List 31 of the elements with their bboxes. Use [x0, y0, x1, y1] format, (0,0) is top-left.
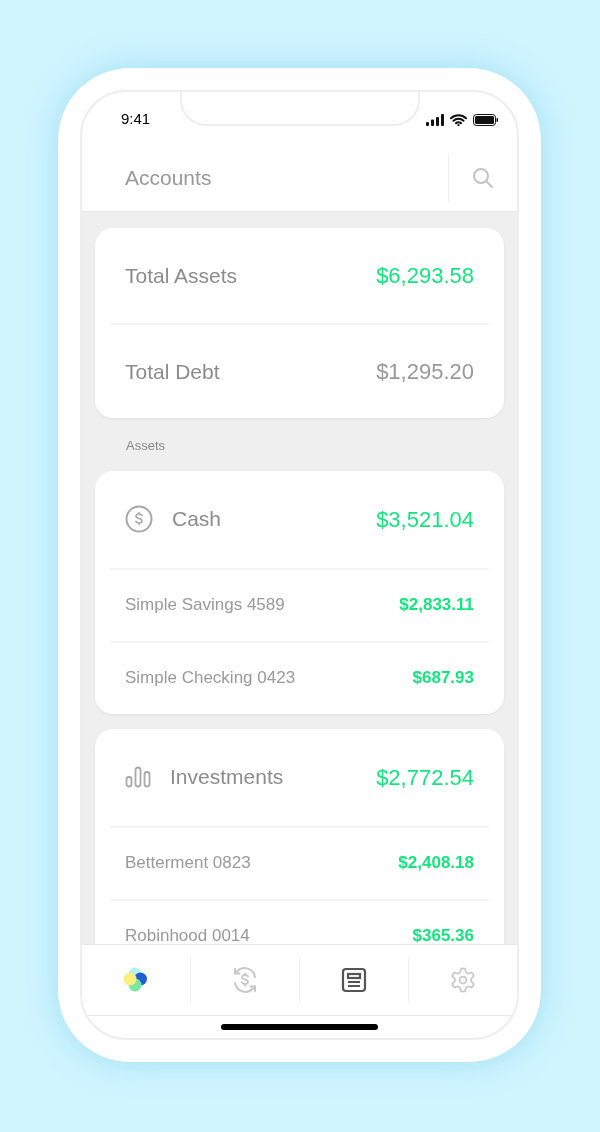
summary-amount: $1,295.20: [376, 358, 474, 386]
section-label: Assets: [125, 437, 166, 455]
bar-chart-icon: [125, 766, 151, 788]
search-icon: [472, 167, 494, 189]
account-amount: $365.36: [412, 926, 474, 944]
group-total: $3,521.04: [376, 505, 474, 534]
dollar-coin-icon: [125, 505, 153, 533]
group-name: Cash: [172, 506, 223, 533]
summary-amount: $6,293.58: [376, 262, 474, 290]
account-row[interactable]: Simple Savings 4589 $2,833.11: [110, 567, 489, 641]
signal-icon: [426, 113, 444, 126]
wifi-icon: [450, 113, 467, 126]
account-amount: $687.93: [412, 668, 474, 688]
account-name: Robinhood 0014: [125, 926, 250, 944]
account-name: Simple Savings 4589: [125, 595, 285, 615]
account-amount: $2,833.11: [399, 595, 474, 615]
status-time: 9:41: [121, 109, 151, 130]
account-row[interactable]: Simple Checking 0423 $687.93: [110, 640, 489, 714]
summary-label: Total Debt: [125, 358, 220, 385]
group-total: $2,772.54: [376, 763, 474, 792]
account-amount: $2,408.18: [398, 853, 474, 873]
account-name: Simple Checking 0423: [125, 668, 296, 688]
list-icon: [341, 967, 367, 993]
account-name: Betterment 0823: [125, 853, 251, 873]
group-name: Investments: [170, 764, 285, 791]
summary-label: Total Assets: [125, 262, 238, 289]
logo-icon: [122, 966, 150, 994]
account-row[interactable]: Betterment 0823 $2,408.18: [110, 825, 489, 899]
battery-icon: [473, 113, 499, 126]
settings-icon: [449, 966, 477, 994]
page-title: Accounts: [124, 165, 213, 192]
